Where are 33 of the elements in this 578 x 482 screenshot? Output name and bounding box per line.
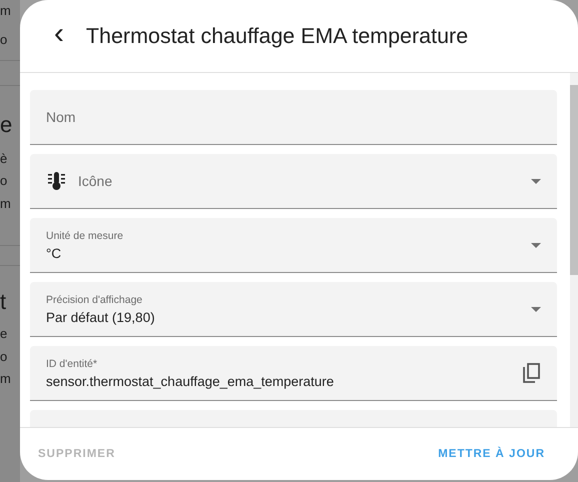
dropdown-arrow-icon[interactable] bbox=[531, 242, 541, 248]
background-text: t bbox=[0, 290, 6, 314]
background-text: o bbox=[0, 33, 8, 47]
scrollbar-thumb[interactable] bbox=[570, 85, 578, 275]
field-label: Nom bbox=[46, 109, 77, 125]
thermometer-icon bbox=[46, 171, 66, 191]
background-text: o bbox=[0, 174, 8, 188]
background-text: e bbox=[0, 113, 12, 137]
field-label: Icône bbox=[78, 173, 114, 189]
input-field[interactable]: Unité de mesure °C bbox=[30, 218, 557, 273]
dropdown-arrow-icon[interactable] bbox=[531, 178, 541, 184]
input-field[interactable]: Nom bbox=[30, 90, 557, 145]
input-field[interactable]: Précision d'affichage Par défaut (19,80) bbox=[30, 282, 557, 337]
background-text: m bbox=[0, 197, 11, 211]
background-text: m bbox=[0, 372, 11, 386]
form-field[interactable] bbox=[30, 410, 557, 427]
input-field[interactable]: ID d'entité* sensor.thermostat_chauffage_ema_temperature bbox=[30, 346, 557, 401]
field-value: °C bbox=[46, 246, 62, 260]
dropdown-arrow-icon[interactable] bbox=[531, 306, 541, 312]
back-button[interactable]: ‹ bbox=[50, 19, 68, 53]
copy-icon[interactable] bbox=[523, 363, 541, 383]
field-value: Par défaut (19,80) bbox=[46, 310, 156, 324]
field-value: sensor.thermostat_chauffage_ema_temperature bbox=[46, 374, 335, 388]
background-text: è bbox=[0, 152, 8, 166]
field-label: ID d'entité* bbox=[46, 358, 98, 370]
background-text: e bbox=[0, 327, 8, 341]
field-label: Précision d'affichage bbox=[46, 294, 144, 306]
input-field[interactable]: Icône bbox=[30, 154, 557, 209]
field-label: Unité de mesure bbox=[46, 230, 124, 242]
background-text: m bbox=[0, 4, 11, 18]
scrollbar[interactable] bbox=[570, 73, 578, 427]
background-text: o bbox=[0, 350, 8, 364]
dialog-title: Thermostat chauffage EMA temperature bbox=[86, 24, 468, 48]
